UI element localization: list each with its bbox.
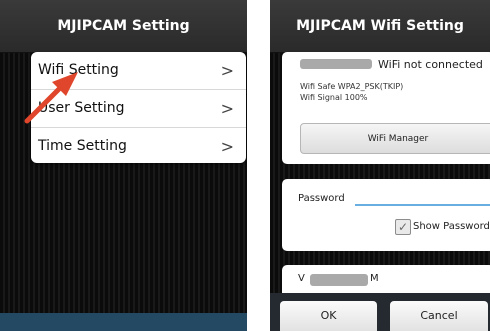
network-name-start: V xyxy=(298,273,305,284)
page-title: MJIPCAM Wifi Setting xyxy=(270,0,490,53)
wifi-signal-text: Wifi Signal 100% xyxy=(300,93,368,102)
password-label: Password xyxy=(298,193,345,204)
bottom-bar xyxy=(0,313,247,331)
redacted-network-name xyxy=(310,274,368,286)
settings-screen: MJIPCAM Setting Wifi Setting > User Sett… xyxy=(0,0,247,331)
wifi-setting-screen: MJIPCAM Wifi Setting WiFi not connected … xyxy=(270,0,490,331)
dialog-button-bar: OK Cancel xyxy=(270,293,490,331)
ok-button[interactable]: OK xyxy=(280,301,377,331)
wifi-safe-text: Wifi Safe WPA2_PSK(TKIP) xyxy=(300,82,404,91)
wifi-status-card: WiFi not connected Wifi Safe WPA2_PSK(TK… xyxy=(282,52,490,164)
network-name-end: M xyxy=(370,273,379,284)
wifi-manager-button[interactable]: WiFi Manager xyxy=(300,123,490,154)
password-input[interactable] xyxy=(355,204,490,206)
redacted-network-name xyxy=(300,59,372,69)
cancel-button[interactable]: Cancel xyxy=(390,301,488,331)
wifi-status-text: WiFi not connected xyxy=(378,58,483,71)
annotation-arrow-icon xyxy=(24,72,78,124)
show-password-label[interactable]: Show Password xyxy=(413,221,490,232)
password-card: Password ✓ Show Password xyxy=(282,179,490,251)
show-password-checkbox[interactable]: ✓ xyxy=(395,219,411,235)
